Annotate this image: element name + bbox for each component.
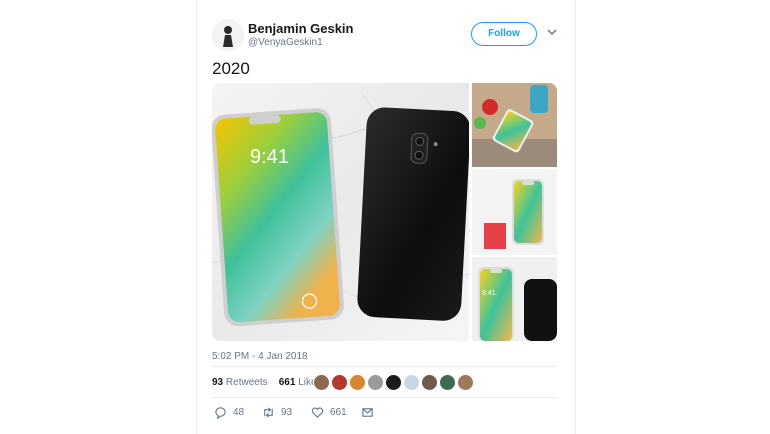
reply-count: 48 (233, 406, 245, 418)
author-handle[interactable]: @VenyaGeskin1 (248, 37, 323, 48)
liker-avatar[interactable] (349, 374, 366, 391)
liker-avatar[interactable] (439, 374, 456, 391)
tweet-text: 2020 (212, 59, 250, 78)
desk-photo-thumbnail (472, 83, 557, 167)
liker-avatar[interactable] (367, 374, 384, 391)
phone-back-image (357, 107, 471, 321)
divider (212, 397, 557, 398)
phone-clock: 9:41 (250, 146, 289, 168)
retweet-count: 93 (281, 406, 293, 418)
retweets-label[interactable]: Retweets (226, 377, 268, 388)
follow-button[interactable]: Follow (471, 22, 537, 46)
heart-icon[interactable] (311, 406, 324, 419)
divider (212, 366, 557, 367)
message-action[interactable] (361, 404, 380, 420)
liker-avatar[interactable] (313, 374, 330, 391)
liker-avatar[interactable] (457, 374, 474, 391)
reply-action[interactable]: 48 (214, 404, 244, 420)
liker-avatar[interactable] (403, 374, 420, 391)
front-render-thumbnail (472, 169, 557, 255)
retweets-count[interactable]: 93 (212, 377, 223, 388)
liker-avatar[interactable] (421, 374, 438, 391)
reply-icon[interactable] (214, 406, 227, 419)
tweet-timestamp[interactable]: 5:02 PM - 4 Jan 2018 (212, 351, 308, 362)
media-grid[interactable]: 9:41 9:41 (212, 83, 557, 341)
author-name[interactable]: Benjamin Geskin (248, 21, 353, 36)
liker-avatar[interactable] (331, 374, 348, 391)
message-icon[interactable] (361, 406, 374, 419)
likes-count[interactable]: 661 (279, 377, 296, 388)
chevron-down-icon[interactable] (546, 27, 558, 37)
thumbnail-clock: 9:41 (482, 290, 496, 297)
pair-render-thumbnail (472, 257, 557, 341)
like-action[interactable]: 661 (311, 404, 347, 420)
like-count: 661 (330, 406, 347, 418)
liker-avatar[interactable] (385, 374, 402, 391)
avatar[interactable] (212, 19, 244, 51)
retweet-action[interactable]: 93 (262, 404, 292, 420)
phone-front-image (212, 108, 344, 327)
tweet-stats: 93 Retweets 661 Likes (212, 377, 322, 388)
retweet-icon[interactable] (262, 406, 275, 419)
